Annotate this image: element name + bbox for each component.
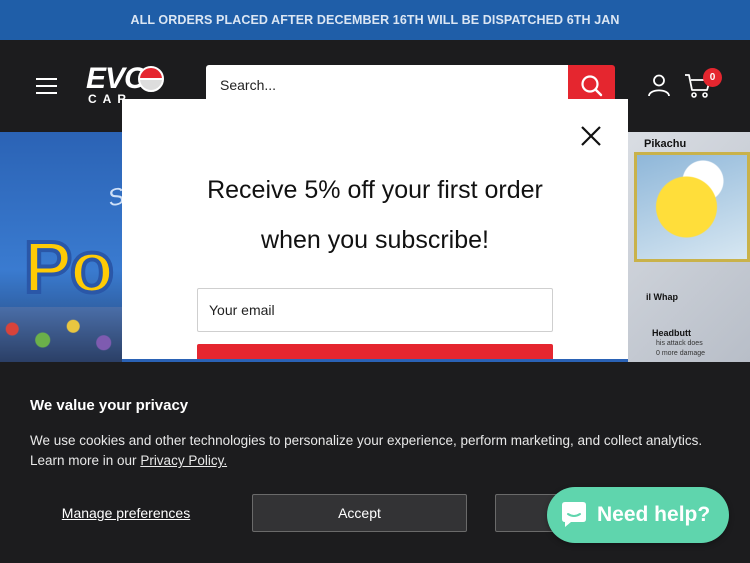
cookie-description: We use cookies and other technologies to…	[30, 431, 720, 471]
card-attack-3: his attack does	[656, 340, 703, 347]
newsletter-popup: Receive 5% off your first order when you…	[122, 99, 628, 359]
card-attack-2: Headbutt	[652, 328, 691, 338]
hero-pokemon-logo: Po	[22, 226, 116, 310]
hero-pokemon-art: Sin Po	[0, 132, 145, 362]
popup-title-line-1: Receive 5% off your first order	[207, 176, 543, 204]
chat-label: Need help?	[597, 503, 711, 526]
menu-icon[interactable]	[36, 78, 57, 94]
card-attack-1: il Whap	[646, 292, 678, 302]
email-input[interactable]	[198, 289, 552, 331]
popup-title: Receive 5% off your first order when you…	[122, 165, 628, 265]
hero-pikachu-card: Pikachu il Whap Headbutt his attack does…	[628, 132, 750, 362]
chat-bubble-icon	[562, 502, 586, 527]
card-name: Pikachu	[644, 138, 687, 150]
privacy-policy-link[interactable]: Privacy Policy.	[140, 453, 227, 468]
cookie-title: We value your privacy	[30, 397, 189, 414]
card-artwork	[634, 152, 750, 262]
close-icon	[581, 126, 601, 146]
pokeball-icon	[138, 66, 164, 92]
user-icon	[648, 74, 670, 97]
hero-crowd-image	[0, 307, 122, 362]
announcement-text: ALL ORDERS PLACED AFTER DECEMBER 16TH WI…	[130, 13, 620, 27]
card-attack-4: 0 more damage	[656, 350, 706, 357]
cart-count-badge: 0	[703, 68, 722, 87]
popup-title-line-2: when you subscribe!	[261, 226, 489, 254]
popup-close-button[interactable]	[580, 125, 602, 147]
accept-button[interactable]: Accept	[252, 494, 467, 532]
manage-preferences-button[interactable]: Manage preferences	[30, 494, 222, 532]
email-field	[197, 288, 553, 332]
subscribe-button[interactable]	[197, 344, 553, 359]
chat-widget-button[interactable]: Need help?	[547, 487, 729, 543]
account-button[interactable]	[647, 73, 671, 97]
announcement-bar: ALL ORDERS PLACED AFTER DECEMBER 16TH WI…	[0, 0, 750, 40]
cookie-body-text: We use cookies and other technologies to…	[30, 433, 703, 468]
